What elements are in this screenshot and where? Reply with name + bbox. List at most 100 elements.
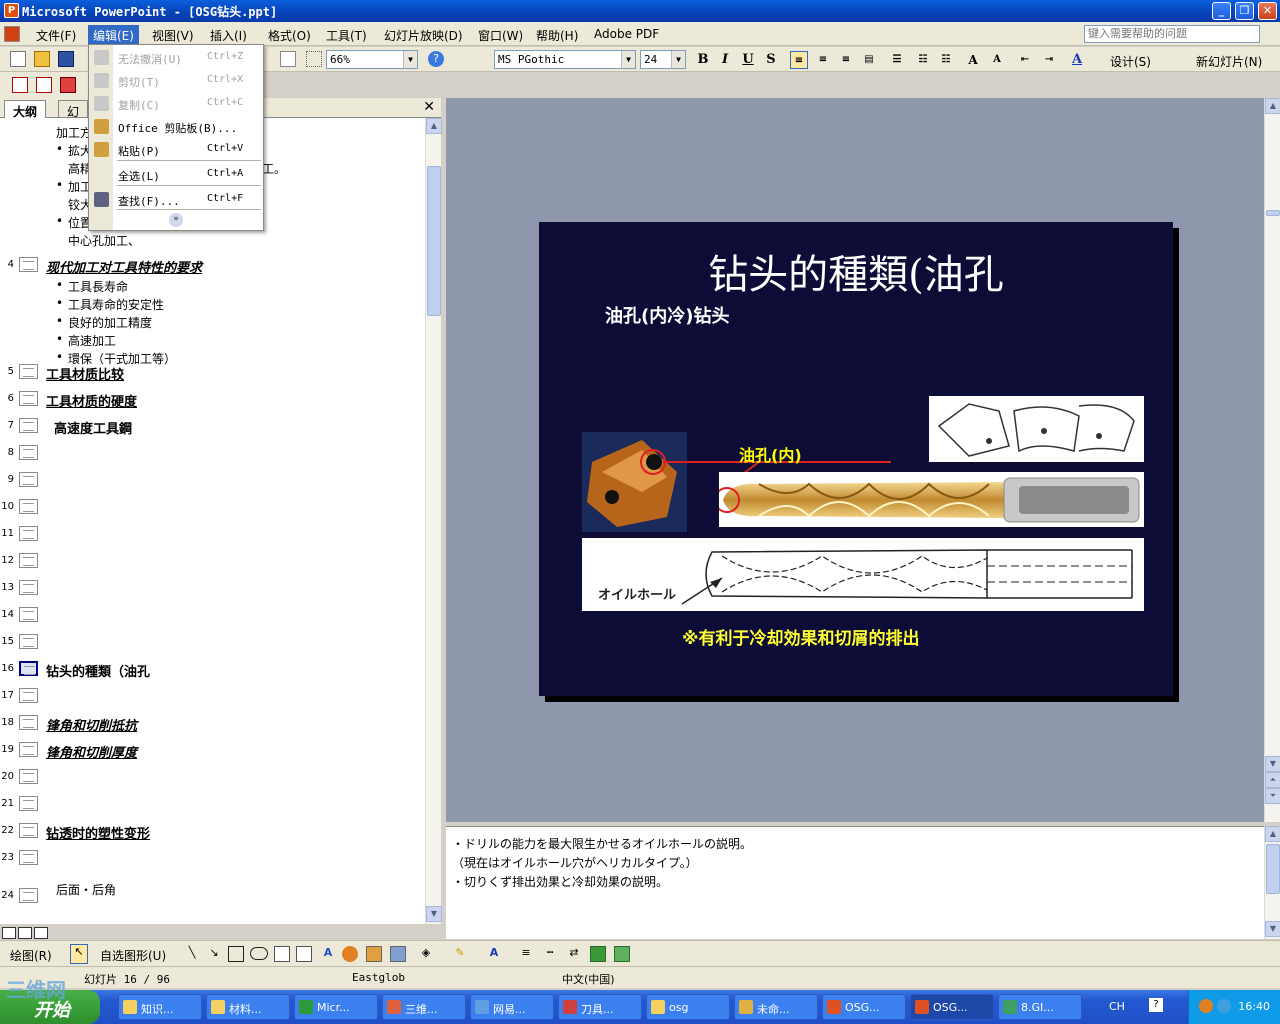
outline-slide-row[interactable]: 4 现代加工对工具特性的要求 — [0, 254, 425, 276]
outline-slide-row[interactable]: 10 — [0, 496, 425, 518]
menu-insert[interactable]: 插入(I) — [206, 26, 251, 45]
outline-slide-row[interactable]: 7 高速度工具鋼 — [0, 415, 425, 437]
next-slide-icon[interactable]: ⏷ — [1265, 788, 1280, 804]
new-slide-button[interactable]: 新幻灯片(N) — [1196, 53, 1262, 70]
outline-slide-row[interactable]: 16 钻头的種類（油孔 — [0, 658, 425, 680]
notes-pane[interactable]: ・ドリルの能力を最大限生かせるオイルホールの説明。 （現在はオイルホール穴がヘリ… — [446, 826, 1264, 939]
slide-icon[interactable] — [19, 418, 38, 433]
distribute-button[interactable]: ▤ — [860, 51, 878, 69]
line-style-icon[interactable]: ≡ — [518, 946, 534, 962]
align-center-button[interactable]: ≡ — [814, 51, 832, 69]
line-spacing-button[interactable]: ☰ — [888, 51, 906, 69]
numbering-button[interactable]: ☷ — [914, 51, 932, 69]
autoshapes-button[interactable]: 自选图形(U) — [100, 947, 166, 964]
taskbar-button[interactable]: Micr... — [294, 994, 378, 1020]
outline-slide-row[interactable]: 19 锋角和切削厚度 — [0, 739, 425, 761]
slide-icon[interactable] — [19, 257, 38, 272]
edit-menu-item[interactable]: 无法撤消(U) Ctrl+Z — [89, 47, 263, 69]
line-color-icon[interactable]: ✎ — [452, 946, 468, 962]
menu-adobe-pdf[interactable]: Adobe PDF — [590, 26, 663, 42]
scroll-up-icon[interactable]: ▲ — [1265, 826, 1280, 842]
edit-menu-item[interactable]: 查找(F)... Ctrl+F — [89, 189, 263, 211]
scroll-up-icon[interactable]: ▲ — [426, 118, 442, 134]
select-pointer-icon[interactable]: ↖ — [70, 944, 88, 964]
font-color-button[interactable]: A — [1068, 51, 1086, 69]
pdf-review-icon[interactable] — [60, 77, 76, 93]
outline-slide-row[interactable]: 15 — [0, 631, 425, 653]
slide-note-text[interactable]: ※有利于冷却効果和切屑的排出 — [682, 624, 920, 649]
outline-slide-row[interactable]: 20 — [0, 766, 425, 788]
restore-button[interactable]: ❐ — [1235, 2, 1254, 20]
oval-icon[interactable] — [250, 947, 268, 960]
slide-icon[interactable] — [19, 499, 38, 514]
outline-scrollbar[interactable]: ▲ ▼ — [425, 118, 442, 924]
minimize-button[interactable]: _ — [1212, 2, 1231, 20]
slide-icon[interactable] — [19, 526, 38, 541]
scroll-up-icon[interactable]: ▲ — [1265, 98, 1280, 114]
menu-format[interactable]: 格式(O) — [264, 26, 315, 45]
arrow-icon[interactable]: ↘ — [206, 946, 222, 962]
slide-icon[interactable] — [19, 391, 38, 406]
clipart-icon[interactable] — [366, 946, 382, 962]
edit-menu-item[interactable]: Office 剪贴板(B)... — [89, 116, 263, 138]
taskbar-button[interactable]: 网易... — [470, 994, 554, 1020]
slide-icon[interactable] — [19, 796, 38, 811]
edit-menu-item[interactable]: 复制(C) Ctrl+C — [89, 93, 263, 115]
scroll-down-icon[interactable]: ▼ — [1265, 921, 1280, 937]
outline-slide-row[interactable]: 9 — [0, 469, 425, 491]
save-icon[interactable] — [58, 51, 74, 67]
outline-slide-row[interactable]: 12 — [0, 550, 425, 572]
pdf-convert-icon[interactable] — [12, 77, 28, 93]
dash-style-icon[interactable]: ┅ — [542, 946, 558, 962]
slide-icon[interactable] — [19, 472, 38, 487]
shadow-style-icon[interactable] — [590, 946, 606, 962]
edit-menu-item[interactable]: 全选(L) Ctrl+A — [89, 164, 263, 186]
powerpoint-app-icon[interactable]: P — [4, 3, 19, 18]
language-indicator[interactable]: CH — [1109, 1000, 1125, 1013]
taskbar-button[interactable]: 知识... — [118, 994, 202, 1020]
vertical-textbox-icon[interactable] — [296, 946, 312, 962]
scroll-thumb[interactable] — [1266, 210, 1280, 216]
taskbar-button[interactable]: 8.GI... — [998, 994, 1082, 1020]
decrease-indent-button[interactable]: ⇤ — [1016, 51, 1034, 69]
new-document-icon[interactable] — [10, 51, 26, 67]
network-icon[interactable] — [1199, 999, 1213, 1013]
italic-button[interactable]: I — [716, 51, 734, 69]
pdf-email-icon[interactable] — [36, 77, 52, 93]
outline-slide-row[interactable]: 14 — [0, 604, 425, 626]
menu-tools[interactable]: 工具(T) — [322, 26, 371, 45]
diagram-icon[interactable] — [342, 946, 358, 962]
menu-slideshow[interactable]: 幻灯片放映(D) — [380, 26, 467, 45]
slide-subtitle[interactable]: 油孔(内冷)钻头 — [605, 302, 729, 328]
scroll-thumb[interactable] — [427, 166, 441, 316]
shadow-button[interactable]: S — [762, 51, 780, 69]
tab-slides[interactable]: 幻灯片 — [58, 100, 88, 118]
notes-scrollbar[interactable]: ▲ ▼ — [1264, 826, 1280, 939]
tab-outline[interactable]: 大纲 — [4, 100, 47, 119]
slide-icon[interactable] — [19, 364, 38, 379]
slide-icon[interactable] — [19, 553, 38, 568]
align-left-button[interactable]: ≡ — [790, 51, 808, 69]
help-icon[interactable]: ? — [428, 51, 444, 67]
line-icon[interactable]: ╲ — [184, 946, 200, 962]
close-icon[interactable]: ✕ — [423, 99, 435, 115]
help-tray-icon[interactable]: ? — [1149, 998, 1163, 1012]
slide-icon[interactable] — [19, 607, 38, 622]
slide-icon[interactable] — [19, 580, 38, 595]
slide-icon[interactable] — [19, 688, 38, 703]
outline-slide-row[interactable]: 17 — [0, 685, 425, 707]
menu-file[interactable]: 文件(F) — [32, 26, 80, 45]
outline-slide-row[interactable]: 8 — [0, 442, 425, 464]
increase-indent-button[interactable]: ⇥ — [1040, 51, 1058, 69]
taskbar-button[interactable]: 三维... — [382, 994, 466, 1020]
chevron-down-icon[interactable]: ▼ — [621, 51, 635, 68]
scroll-thumb[interactable] — [1266, 844, 1280, 894]
taskbar-button[interactable]: OSG... — [822, 994, 906, 1020]
taskbar-button[interactable]: osg — [646, 994, 730, 1020]
outline-slide-row[interactable]: 5 工具材质比较 — [0, 361, 425, 383]
fill-color-icon[interactable]: ◈ — [418, 946, 434, 962]
slide-icon[interactable] — [19, 888, 38, 903]
draw-menu-button[interactable]: 绘图(R) — [10, 947, 52, 964]
align-right-button[interactable]: ≡ — [837, 51, 855, 69]
outline-slide-row[interactable]: 13 — [0, 577, 425, 599]
